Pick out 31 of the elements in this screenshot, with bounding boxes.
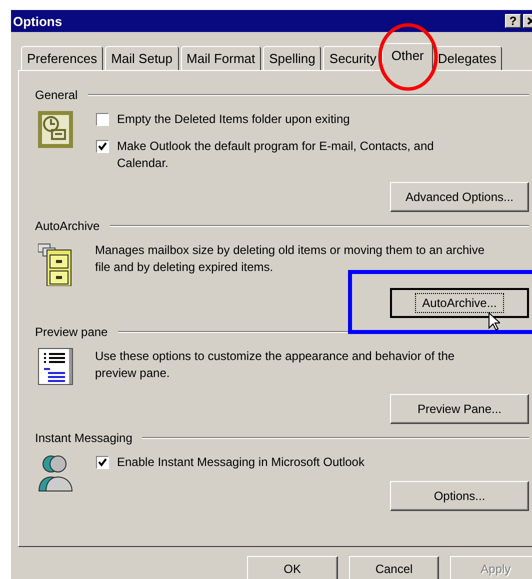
check-mark-icon xyxy=(98,142,107,151)
section-button[interactable]: AutoArchive... xyxy=(390,288,529,318)
checkbox-label: Enable Instant Messaging in Microsoft Outlook xyxy=(117,454,364,471)
group-label: Preview pane xyxy=(35,325,108,339)
check-mark-icon xyxy=(98,458,107,467)
checkbox[interactable] xyxy=(96,456,109,469)
group-label: AutoArchive xyxy=(35,219,100,233)
checkbox[interactable] xyxy=(96,113,109,126)
mouse-pointer-icon xyxy=(488,312,500,331)
checkbox[interactable] xyxy=(96,140,109,153)
checkbox-label: Make Outlook the default program for E-mail, Contacts, and Calendar. xyxy=(117,138,435,172)
help-button[interactable]: ? xyxy=(505,14,521,28)
group-label: Instant Messaging xyxy=(35,431,132,445)
tab[interactable]: Security xyxy=(323,46,382,70)
dialog-button[interactable]: OK xyxy=(247,556,338,579)
section-button[interactable]: Preview Pane... xyxy=(390,394,529,424)
group-label: General xyxy=(35,88,78,102)
tab[interactable]: Preferences xyxy=(21,46,104,70)
tab[interactable]: Mail Setup xyxy=(105,46,179,70)
description-text: Use these options to customize the appearance and behavior of the preview pane. xyxy=(95,348,456,382)
dialog-button[interactable]: Cancel xyxy=(348,556,440,579)
section-button[interactable]: Advanced Options... xyxy=(390,182,529,212)
tab[interactable]: Spelling xyxy=(263,46,322,70)
checkbox-label: Empty the Deleted Items folder upon exiting xyxy=(117,111,350,128)
tab[interactable]: Mail Format xyxy=(180,46,262,70)
section-button[interactable]: Options... xyxy=(390,481,529,511)
tab[interactable]: Delegates xyxy=(432,46,502,70)
description-text: Manages mailbox size by deleting old items or moving them to an archive file and by deleting expired items. xyxy=(95,242,486,276)
file-cabinet-icon xyxy=(38,242,73,286)
window-title: Options xyxy=(13,14,62,28)
tab[interactable]: Other xyxy=(382,43,433,71)
